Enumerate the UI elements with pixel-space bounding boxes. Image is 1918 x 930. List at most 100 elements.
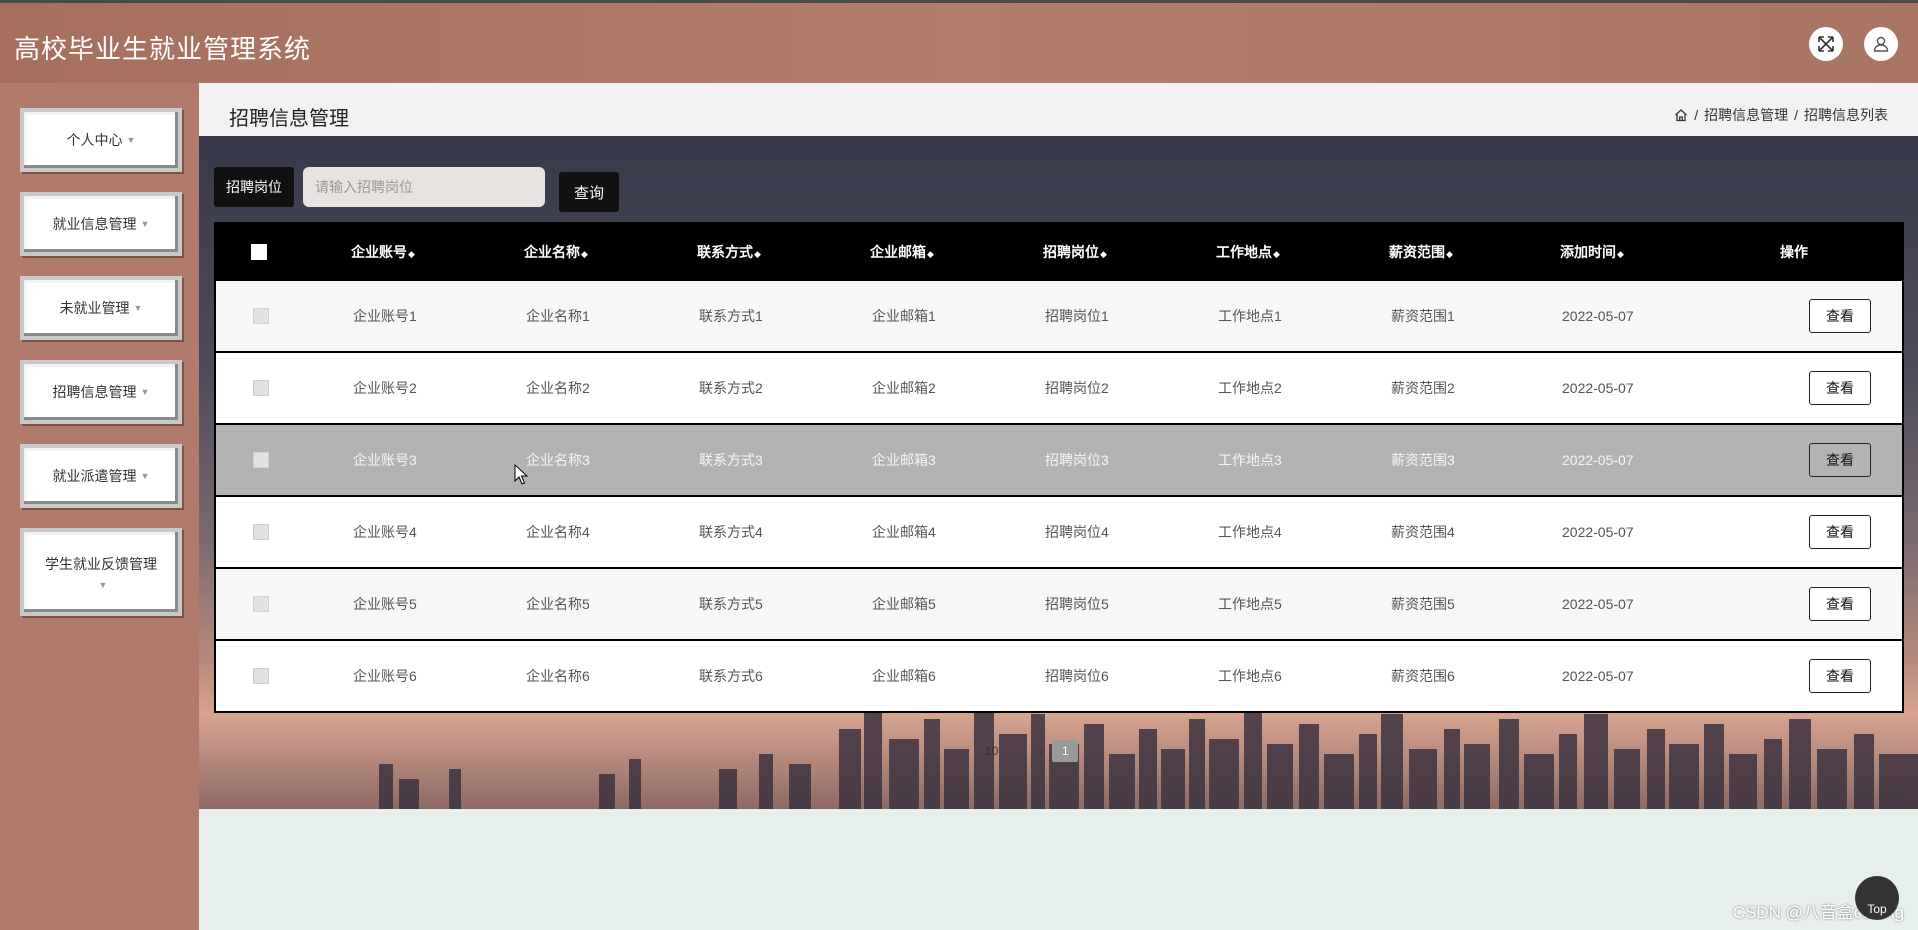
- table-cell: 招聘岗位1: [1045, 308, 1109, 324]
- row-checkbox[interactable]: [253, 596, 269, 612]
- table-cell: 联系方式3: [699, 452, 763, 468]
- table-row: 企业账号5 企业名称5 联系方式5 企业邮箱5 招聘岗位5 工作地点5 薪资范围…: [214, 569, 1904, 641]
- table-cell: 招聘岗位2: [1045, 380, 1109, 396]
- table-row: 企业账号2 企业名称2 联系方式2 企业邮箱2 招聘岗位2 工作地点2 薪资范围…: [214, 353, 1904, 425]
- sort-icon: ◆: [408, 248, 415, 259]
- table-cell: 联系方式2: [699, 380, 763, 396]
- table-cell: 工作地点3: [1218, 452, 1282, 468]
- sort-icon: ◆: [1446, 248, 1453, 259]
- page-number-button[interactable]: 1: [1052, 740, 1079, 762]
- view-button[interactable]: 查看: [1809, 587, 1871, 621]
- select-all-checkbox[interactable]: [251, 243, 267, 260]
- user-icon: [1873, 36, 1889, 52]
- table-cell: 2022-05-07: [1562, 596, 1634, 612]
- table-cell: 工作地点5: [1218, 596, 1282, 612]
- sort-icon: ◆: [1617, 248, 1624, 259]
- row-checkbox[interactable]: [253, 668, 269, 684]
- row-checkbox[interactable]: [253, 524, 269, 540]
- table-cell: 企业名称6: [526, 668, 590, 684]
- table-cell: 企业账号4: [353, 524, 417, 540]
- table-cell: 企业邮箱3: [872, 452, 936, 468]
- caret-down-icon: ▼: [140, 387, 150, 397]
- table-cell: 企业名称2: [526, 380, 590, 396]
- user-button[interactable]: [1864, 27, 1898, 61]
- view-button[interactable]: 查看: [1809, 371, 1871, 405]
- sort-icon: ◆: [581, 248, 588, 259]
- sidebar-item-unemployed[interactable]: 未就业管理 ▼: [20, 276, 182, 340]
- table-cell: 薪资范围5: [1391, 596, 1455, 612]
- table-cell: 联系方式4: [699, 524, 763, 540]
- sidebar-item-dispatch[interactable]: 就业派遣管理 ▼: [20, 444, 182, 508]
- table-cell: 招聘岗位4: [1045, 524, 1109, 540]
- table-cell: 2022-05-07: [1562, 308, 1634, 324]
- sort-icon: ◆: [1100, 248, 1107, 259]
- prev-page-icon[interactable]: ‹: [1038, 744, 1042, 758]
- caret-down-icon: ▼: [133, 303, 143, 313]
- table-cell: 联系方式5: [699, 596, 763, 612]
- column-header: 操作: [1780, 243, 1808, 260]
- row-checkbox[interactable]: [253, 308, 269, 324]
- table-cell: 企业名称1: [526, 308, 590, 324]
- table-cell: 企业账号6: [353, 668, 417, 684]
- table-cell: 工作地点6: [1218, 668, 1282, 684]
- sidebar-item-label: 就业派遣管理: [52, 468, 137, 484]
- search-button[interactable]: 查询: [559, 172, 619, 212]
- table-cell: 招聘岗位6: [1045, 668, 1109, 684]
- sort-icon: ◆: [754, 248, 761, 259]
- column-header[interactable]: 企业邮箱◆: [823, 242, 996, 262]
- row-checkbox[interactable]: [253, 380, 269, 396]
- column-header[interactable]: 工作地点◆: [1169, 242, 1342, 262]
- view-button[interactable]: 查看: [1809, 515, 1871, 549]
- page-size-select[interactable]: 10: [985, 744, 998, 758]
- table-cell: 薪资范围4: [1391, 524, 1455, 540]
- view-button[interactable]: 查看: [1809, 443, 1871, 477]
- page-title: 招聘信息管理: [229, 108, 349, 130]
- table-cell: 企业邮箱1: [872, 308, 936, 324]
- back-to-top-button[interactable]: Top: [1855, 876, 1899, 920]
- table-cell: 企业名称5: [526, 596, 590, 612]
- table-cell: 企业邮箱6: [872, 668, 936, 684]
- sidebar-item-label: 招聘信息管理: [52, 384, 137, 400]
- table-cell: 企业名称3: [526, 452, 590, 468]
- row-checkbox[interactable]: [253, 452, 269, 468]
- table-cell: 企业名称4: [526, 524, 590, 540]
- column-header[interactable]: 企业账号◆: [304, 242, 477, 262]
- caret-down-icon: ▼: [140, 471, 150, 481]
- table-cell: 薪资范围1: [1391, 308, 1455, 324]
- column-header[interactable]: 添加时间◆: [1515, 242, 1737, 262]
- view-button[interactable]: 查看: [1809, 299, 1871, 333]
- page-header: 招聘信息管理 / 招聘信息管理 / 招聘信息列表: [199, 83, 1918, 136]
- table-cell: 招聘岗位5: [1045, 596, 1109, 612]
- home-icon[interactable]: [1674, 108, 1688, 122]
- sidebar-item-employment-info[interactable]: 就业信息管理 ▼: [20, 192, 182, 256]
- table-cell: 薪资范围2: [1391, 380, 1455, 396]
- column-header[interactable]: 联系方式◆: [650, 242, 823, 262]
- sort-icon: ◆: [1273, 248, 1280, 259]
- table-cell: 工作地点1: [1218, 308, 1282, 324]
- app-title: 高校毕业生就业管理系统: [14, 34, 312, 64]
- sidebar-item-feedback[interactable]: 学生就业反馈管理 ▼: [20, 528, 182, 616]
- sidebar-item-personal-center[interactable]: 个人中心 ▼: [20, 108, 182, 172]
- table-cell: 企业邮箱5: [872, 596, 936, 612]
- column-header[interactable]: 企业名称◆: [477, 242, 650, 262]
- table-cell: 企业账号3: [353, 452, 417, 468]
- sidebar-item-recruitment[interactable]: 招聘信息管理 ▼: [20, 360, 182, 424]
- search-input[interactable]: [303, 167, 545, 207]
- expand-icon: [1818, 36, 1834, 52]
- breadcrumb-item: 招聘信息列表: [1804, 107, 1888, 123]
- column-header[interactable]: 薪资范围◆: [1342, 242, 1515, 262]
- table-cell: 企业账号1: [353, 308, 417, 324]
- view-button[interactable]: 查看: [1809, 659, 1871, 693]
- recruitment-table: 企业账号◆ 企业名称◆ 联系方式◆ 企业邮箱◆ 招聘岗位◆ 工作地点◆ 薪资范围…: [214, 222, 1904, 713]
- column-header[interactable]: 招聘岗位◆: [996, 242, 1169, 262]
- table-cell: 2022-05-07: [1562, 452, 1634, 468]
- table-row: 企业账号6 企业名称6 联系方式6 企业邮箱6 招聘岗位6 工作地点6 薪资范围…: [214, 641, 1904, 713]
- table-cell: 联系方式6: [699, 668, 763, 684]
- breadcrumb-item[interactable]: 招聘信息管理: [1704, 105, 1788, 125]
- fullscreen-button[interactable]: [1809, 27, 1843, 61]
- table-cell: 企业账号2: [353, 380, 417, 396]
- table-cell: 企业邮箱2: [872, 380, 936, 396]
- mouse-cursor-icon: [514, 464, 528, 485]
- pagination: 10 ‹ 1: [985, 740, 1079, 762]
- sidebar-item-label: 未就业管理: [59, 300, 130, 316]
